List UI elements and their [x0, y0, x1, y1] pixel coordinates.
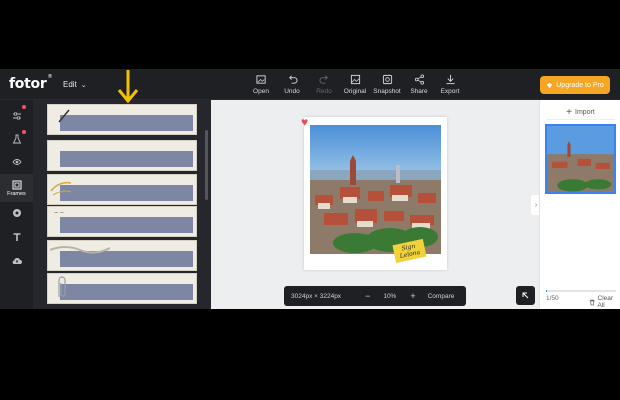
frame-option[interactable] [47, 273, 197, 304]
open-button[interactable]: Open [246, 74, 276, 95]
open-label: Open [253, 88, 269, 95]
frames-label: Frames [7, 190, 26, 197]
polaroid-frame[interactable]: ♥ Sign Lelona [301, 115, 447, 270]
export-label: Export [440, 88, 460, 95]
logo-text: fotor [9, 76, 47, 92]
upgrade-label: Upgrade to Pro [556, 81, 604, 89]
image-count-total: /50 [549, 295, 559, 302]
share-label: Share [410, 88, 428, 95]
image-tray-panel: + Import 1/50 Clear All [539, 100, 620, 309]
frame-preview [60, 217, 193, 233]
eye-icon [11, 159, 22, 165]
upgrade-button[interactable]: Upgrade to Pro [540, 76, 610, 94]
plus-icon: + [566, 106, 572, 118]
top-bar: fotor® Edit ⌄ Open Undo Redo Original Sn… [0, 69, 620, 100]
paperclip-decoration [58, 276, 66, 297]
city-photo[interactable] [310, 125, 441, 254]
dimensions-text: 3024px × 3224px [291, 292, 342, 300]
original-label: Original [343, 88, 367, 95]
undo-icon [288, 75, 297, 84]
rail-item-beauty[interactable] [0, 150, 33, 174]
sliders-icon [12, 112, 21, 120]
rail-item-adjust[interactable] [0, 104, 33, 128]
annotation-arrow [117, 70, 139, 104]
share-icon [414, 74, 424, 85]
undo-label: Undo [284, 88, 300, 95]
frame-option[interactable] [47, 240, 197, 271]
zoom-out-button[interactable]: − [365, 291, 370, 301]
chevron-down-icon: ⌄ [80, 81, 87, 89]
ribbon-decoration [50, 181, 72, 196]
frame-option[interactable] [47, 174, 197, 205]
clear-all-label: Clear All [597, 295, 614, 309]
tape-decoration [58, 109, 70, 123]
torn-paper-decoration [50, 246, 110, 254]
cloud-upload-icon [12, 258, 22, 265]
edit-menu-label: Edit [63, 80, 77, 89]
snapshot-icon [382, 74, 392, 85]
zoom-in-button[interactable]: + [410, 291, 415, 301]
notification-dot [22, 130, 26, 134]
redo-button[interactable]: Redo [309, 74, 339, 95]
rail-item-stickers[interactable] [0, 201, 33, 225]
share-button[interactable]: Share [404, 74, 434, 95]
thumbnail-image [547, 126, 614, 192]
download-icon [445, 74, 455, 85]
edit-menu[interactable]: Edit ⌄ [63, 80, 87, 89]
trash-icon [589, 299, 595, 305]
arrow-up-left-icon [522, 292, 529, 299]
redo-label: Redo [316, 88, 332, 95]
heart-sticker: ♥ [301, 115, 309, 129]
city-photo-image [310, 125, 441, 254]
diamond-icon [547, 82, 553, 88]
import-label: Import [575, 108, 595, 116]
frame-option[interactable] [47, 104, 197, 135]
frame-option[interactable]: ~ ~ [47, 206, 197, 237]
upload-progress [546, 290, 616, 292]
frame-preview [60, 284, 193, 300]
redo-icon [319, 75, 328, 84]
tool-rail: Frames [0, 100, 33, 309]
notification-dot [22, 105, 26, 109]
rail-item-frames[interactable]: Frames [0, 174, 33, 202]
frame-preview [60, 115, 193, 131]
canvas-area: ♥ Sign Lelona 3024px × 3224px − 10% + Co… [211, 100, 541, 309]
rail-item-upload[interactable] [0, 249, 33, 273]
frame-preview [60, 185, 193, 201]
zoom-bar: 3024px × 3224px − 10% + Compare [284, 286, 466, 306]
editor-screen: fotor® Edit ⌄ Open Undo Redo Original Sn… [0, 69, 620, 309]
compare-button[interactable]: Compare [428, 293, 455, 300]
undo-button[interactable]: Undo [277, 74, 307, 95]
script-decoration: ~ ~ [54, 210, 64, 216]
panel-scrollbar[interactable] [205, 130, 208, 200]
rail-item-text[interactable] [0, 225, 33, 249]
fotor-logo[interactable]: fotor® [9, 74, 53, 92]
frame-preview [60, 151, 193, 167]
image-thumbnail[interactable] [545, 124, 616, 194]
zoom-value: 10% [383, 292, 397, 300]
image-plus-icon [255, 75, 266, 84]
snapshot-button[interactable]: Snapshot [372, 74, 402, 95]
image-icon [350, 74, 360, 85]
image-count: 1/50 [546, 295, 559, 302]
original-button[interactable]: Original [340, 74, 370, 95]
flask-icon [12, 134, 21, 144]
snapshot-label: Snapshot [373, 88, 401, 95]
import-button[interactable]: + Import [546, 105, 615, 120]
rail-item-effects[interactable] [0, 127, 33, 151]
clear-all-button[interactable]: Clear All [589, 295, 620, 309]
fit-screen-button[interactable] [516, 286, 535, 305]
frames-panel: ~ ~ [33, 100, 211, 309]
export-button[interactable]: Export [435, 74, 465, 95]
frame-option[interactable] [47, 140, 197, 171]
upload-progress-fill [546, 290, 548, 292]
frame-icon [12, 180, 21, 189]
chevron-right-icon: › [534, 201, 538, 209]
sticker-icon [12, 209, 21, 217]
text-icon [13, 233, 20, 241]
logo-mark: ® [47, 74, 53, 81]
